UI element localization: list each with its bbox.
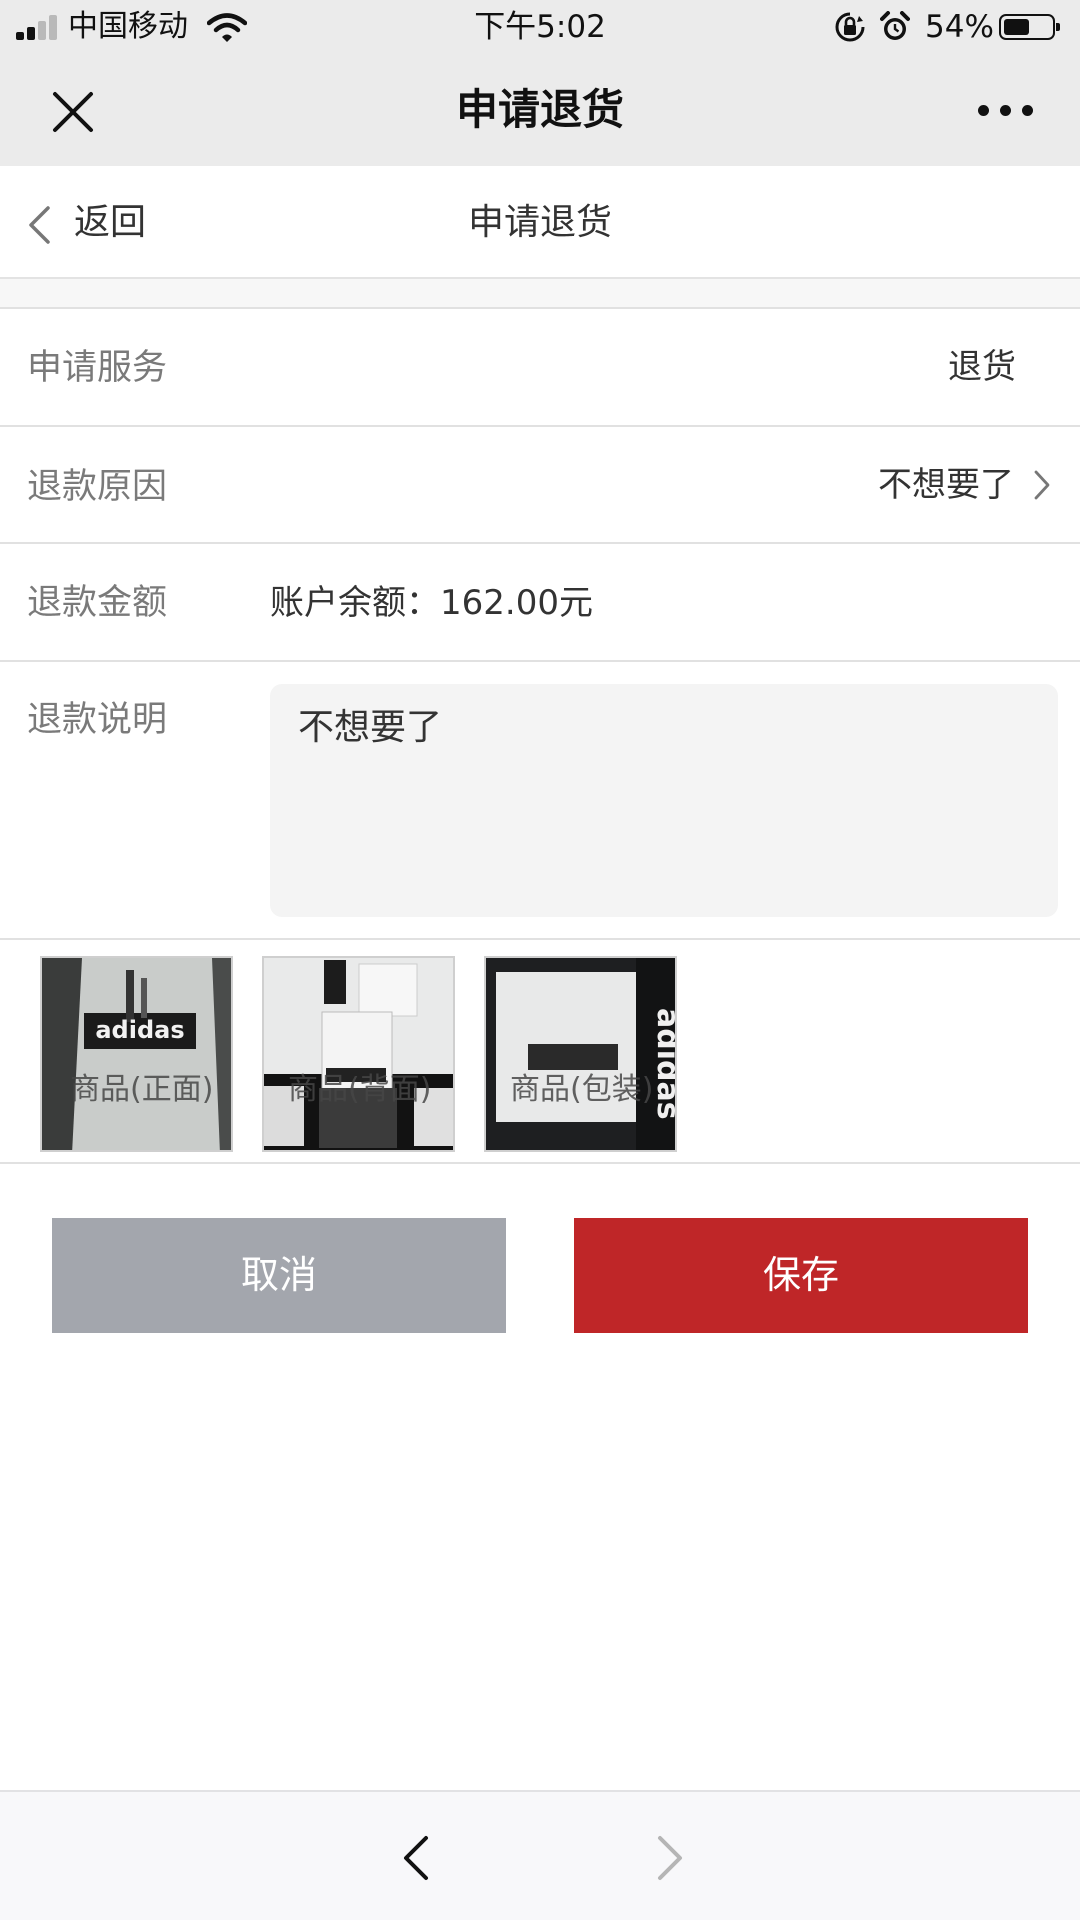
clock-time: 下午5:02	[474, 9, 606, 45]
amount-label: 退款金额	[27, 583, 168, 623]
service-row: 申请服务 退货	[0, 309, 1080, 427]
browser-toolbar	[0, 1790, 1080, 1920]
chevron-right-icon[interactable]	[650, 1834, 690, 1882]
photo-back-image	[264, 958, 453, 1150]
orientation-lock-icon	[835, 12, 865, 42]
battery-icon	[999, 14, 1060, 40]
more-icon[interactable]	[976, 102, 1036, 122]
photo-package[interactable]: adidas 商品(包装)	[484, 956, 677, 1152]
photo-back[interactable]: 商品(背面)	[262, 956, 455, 1152]
chevron-left-icon	[29, 206, 50, 244]
reason-row[interactable]: 退款原因 不想要了	[0, 427, 1080, 544]
wechat-page-title: 申请退货	[455, 85, 624, 134]
photo-package-label: 商品(包装)	[510, 1072, 654, 1107]
reason-label: 退款原因	[27, 467, 168, 507]
reason-value[interactable]: 不想要了	[878, 461, 1014, 509]
chevron-left-icon[interactable]	[396, 1834, 436, 1882]
wechat-nav-bar: 申请退货	[0, 55, 1080, 166]
save-button[interactable]: 保存	[574, 1218, 1028, 1333]
chevron-right-icon	[1034, 470, 1050, 500]
battery-percentage: 54%	[925, 9, 994, 45]
remark-textarea[interactable]: 不想要了	[270, 684, 1058, 917]
amount-row: 退款金额 账户余额：162.00元	[0, 544, 1080, 662]
photo-back-label: 商品(背面)	[288, 1072, 432, 1107]
amount-value: 账户余额：162.00元	[270, 583, 593, 623]
svg-text:adidas: adidas	[95, 1016, 184, 1044]
remark-label: 退款说明	[27, 700, 168, 740]
service-value: 退货	[948, 347, 1016, 387]
page-header: 返回 申请退货	[0, 166, 1080, 279]
photo-front-label: 商品(正面)	[70, 1072, 214, 1107]
cancel-button[interactable]: 取消	[52, 1218, 506, 1333]
photo-upload-row: adidas 商品(正面) 商品(背面) adidas 商品(包装)	[0, 940, 1080, 1164]
photo-front-image: adidas	[42, 958, 231, 1150]
service-label: 申请服务	[27, 348, 168, 388]
status-bar: 中国移动 下午5:02 54%	[0, 0, 1080, 55]
remark-row: 退款说明 不想要了	[0, 662, 1080, 940]
photo-front[interactable]: adidas 商品(正面)	[40, 956, 233, 1152]
page-title: 申请退货	[467, 202, 612, 243]
alarm-icon	[880, 11, 910, 40]
photo-package-image: adidas	[486, 958, 675, 1150]
back-label: 返回	[74, 202, 147, 243]
section-divider	[0, 279, 1080, 309]
